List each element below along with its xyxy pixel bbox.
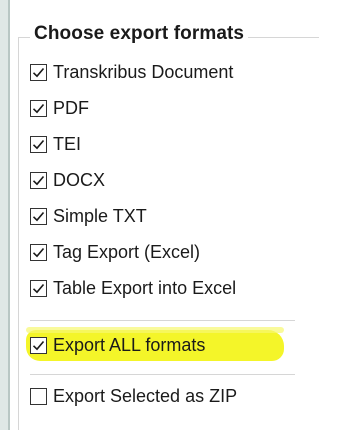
checkmark-icon <box>32 211 45 221</box>
checkmark-icon <box>32 67 45 77</box>
checkmark-icon <box>32 139 45 149</box>
checkbox-simple-txt[interactable] <box>30 207 47 225</box>
checkbox-label: DOCX <box>53 169 106 190</box>
checkbox-label: PDF <box>53 97 89 118</box>
checkbox-pdf[interactable] <box>30 99 47 117</box>
checkbox-tag-export-excel[interactable] <box>30 243 47 261</box>
export-formats-panel: Choose export formats Transkribus Docume… <box>0 0 345 430</box>
checkbox-row-simple-txt[interactable]: Simple TXT <box>30 202 147 230</box>
checkbox-row-export-all[interactable]: Export ALL formats <box>30 331 205 359</box>
checkbox-transkribus-document[interactable] <box>30 63 47 81</box>
checkbox-export-all[interactable] <box>30 336 47 354</box>
checkbox-export-selected-zip[interactable] <box>30 387 47 405</box>
checkmark-icon <box>32 340 45 350</box>
checkbox-tei[interactable] <box>30 135 47 153</box>
checkbox-label: Export ALL formats <box>53 334 206 355</box>
checkbox-docx[interactable] <box>30 171 47 189</box>
checkbox-label: TEI <box>53 133 82 154</box>
checkbox-label: Transkribus Document <box>53 61 234 82</box>
checkbox-table-export-excel[interactable] <box>30 279 47 297</box>
checkmark-icon <box>32 283 45 293</box>
checkbox-row-pdf[interactable]: PDF <box>30 94 89 122</box>
checkbox-row-export-zip[interactable]: Export Selected as ZIP <box>30 382 237 410</box>
checkbox-row-table-export-excel[interactable]: Table Export into Excel <box>30 274 236 302</box>
checkbox-row-transkribus-document[interactable]: Transkribus Document <box>30 58 233 86</box>
checkbox-label: Simple TXT <box>53 205 147 226</box>
panel-left-edge <box>0 0 10 430</box>
checkmark-icon <box>32 103 45 113</box>
checkbox-label: Table Export into Excel <box>53 277 237 298</box>
checkbox-row-tag-export-excel[interactable]: Tag Export (Excel) <box>30 238 200 266</box>
group-title: Choose export formats <box>30 23 249 45</box>
checkbox-label: Export Selected as ZIP <box>53 385 238 406</box>
checkbox-label: Tag Export (Excel) <box>53 241 201 262</box>
checkbox-row-docx[interactable]: DOCX <box>30 166 105 194</box>
checkmark-icon <box>32 247 45 257</box>
checkmark-icon <box>32 175 45 185</box>
separator <box>30 320 295 321</box>
checkbox-row-tei[interactable]: TEI <box>30 130 81 158</box>
separator <box>30 374 295 375</box>
